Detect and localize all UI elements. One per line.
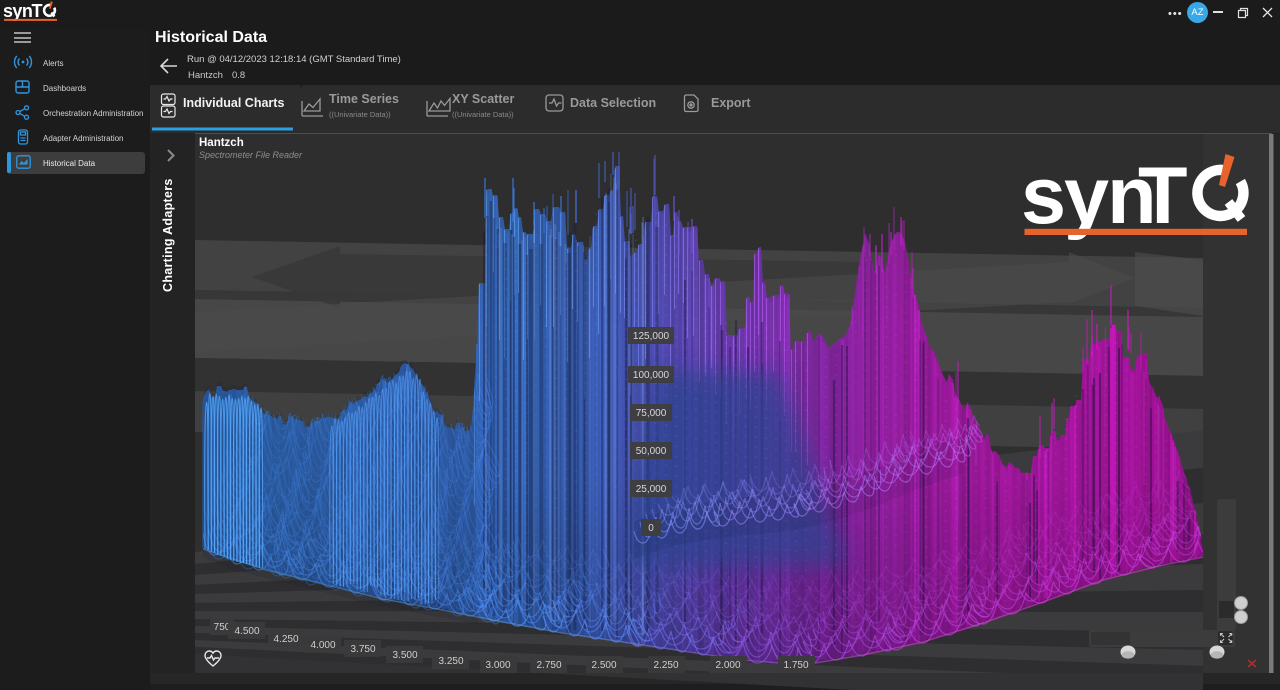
svg-text:3.750: 3.750 xyxy=(350,644,375,655)
svg-text:T: T xyxy=(32,1,43,21)
svg-text:2.750: 2.750 xyxy=(536,660,561,671)
svg-text:4.250: 4.250 xyxy=(273,634,298,645)
svg-text:100,000: 100,000 xyxy=(633,370,670,381)
svg-text:2.000: 2.000 xyxy=(715,660,740,671)
svg-text:1.750: 1.750 xyxy=(783,660,808,671)
svg-text:4.000: 4.000 xyxy=(310,640,335,651)
svg-text:2.250: 2.250 xyxy=(653,660,678,671)
svg-text:XY Scatter: XY Scatter xyxy=(452,92,514,106)
svg-text:((Univariate Data)): ((Univariate Data)) xyxy=(452,110,514,119)
svg-text:Export: Export xyxy=(711,96,751,110)
svg-text:((Univariate Data)): ((Univariate Data)) xyxy=(329,110,391,119)
svg-text:25,000: 25,000 xyxy=(636,484,667,495)
svg-text:Data Selection: Data Selection xyxy=(570,96,656,110)
svg-text:125,000: 125,000 xyxy=(633,331,670,342)
svg-text:75,000: 75,000 xyxy=(636,408,667,419)
svg-text:0: 0 xyxy=(648,523,654,534)
svg-text:Individual Charts: Individual Charts xyxy=(183,96,284,110)
svg-text:3.000: 3.000 xyxy=(485,660,510,671)
svg-text:Time Series: Time Series xyxy=(329,92,399,106)
svg-text:2.500: 2.500 xyxy=(591,660,616,671)
svg-text:T: T xyxy=(1138,151,1187,241)
svg-text:syn: syn xyxy=(3,1,32,21)
svg-text:3.250: 3.250 xyxy=(438,656,463,667)
svg-text:syn: syn xyxy=(1021,151,1155,241)
svg-text:3.500: 3.500 xyxy=(392,650,417,661)
svg-text:4.500: 4.500 xyxy=(234,626,259,637)
svg-text:50,000: 50,000 xyxy=(636,446,667,457)
